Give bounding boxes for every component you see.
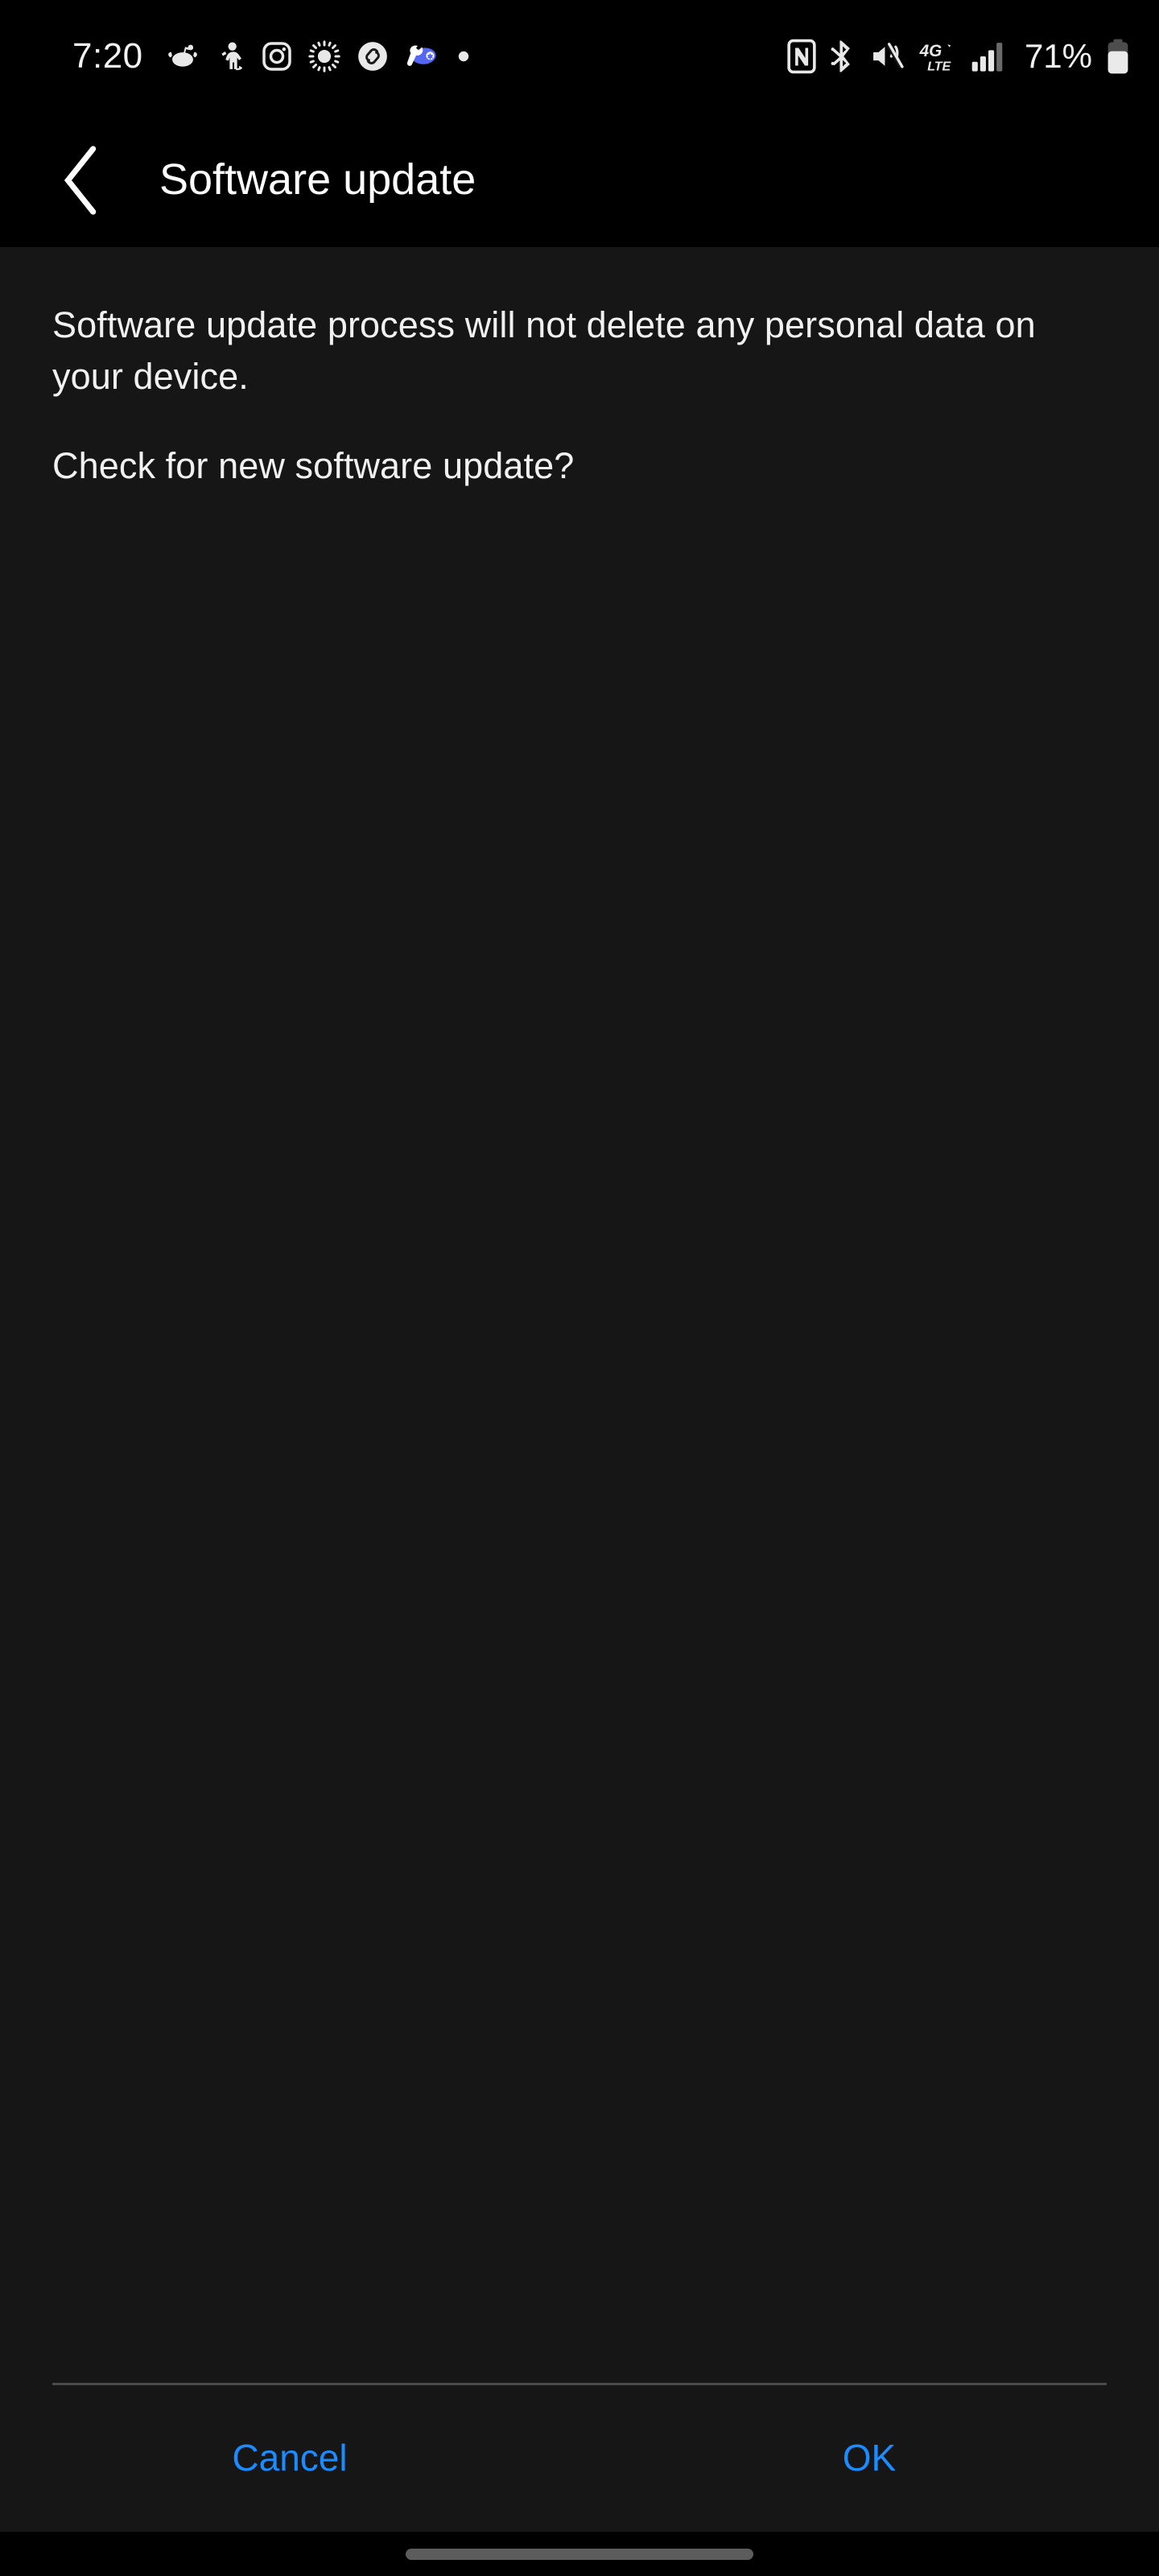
tools-wrench-icon: [406, 45, 436, 66]
gesture-navigation-bar: [0, 2532, 1159, 2576]
brightness-sun-icon: [307, 40, 340, 72]
dialog-button-row: Cancel OK: [0, 2383, 1159, 2532]
battery-percentage-label: 71%: [1024, 37, 1092, 75]
instagram-icon: [262, 42, 291, 71]
shazam-icon: [357, 42, 387, 71]
status-bar: 7:20 4G LTE 71%: [0, 0, 1159, 113]
page-title: Software update: [159, 155, 476, 204]
message-paragraph-1: Software update process will not delete …: [52, 304, 1036, 397]
svg-text:LTE: LTE: [927, 60, 951, 74]
person-activity-icon: [221, 42, 242, 71]
bluetooth-icon: [831, 40, 850, 72]
app-bar: Software update: [0, 113, 1159, 247]
svg-text:4G: 4G: [919, 42, 942, 60]
dialog-message-block: Software update process will not delete …: [52, 299, 1091, 492]
nfc-icon: [787, 39, 816, 74]
reddit-icon: [167, 44, 197, 67]
status-bar-left-group: 7:20: [72, 39, 472, 74]
battery-icon: [1107, 39, 1128, 74]
mute-vibrate-icon: [873, 43, 904, 68]
network-4g-lte-icon: 4G LTE: [919, 42, 952, 74]
ok-button[interactable]: OK: [580, 2417, 1159, 2499]
content-area: Software update process will not delete …: [0, 247, 1159, 2532]
cancel-button[interactable]: Cancel: [0, 2417, 580, 2499]
home-gesture-handle[interactable]: [406, 2548, 753, 2560]
chevron-left-icon: [64, 145, 97, 215]
signal-bars-icon: [971, 43, 1003, 72]
more-notifications-dot-icon: [458, 51, 468, 62]
back-button[interactable]: [40, 138, 124, 222]
status-bar-right-group: 4G LTE 71%: [787, 38, 1130, 75]
phone-screen: 7:20 4G LTE 71% Software update Software…: [0, 0, 1159, 2576]
status-bar-clock: 7:20: [72, 36, 143, 76]
message-paragraph-2: Check for new software update?: [52, 444, 575, 486]
